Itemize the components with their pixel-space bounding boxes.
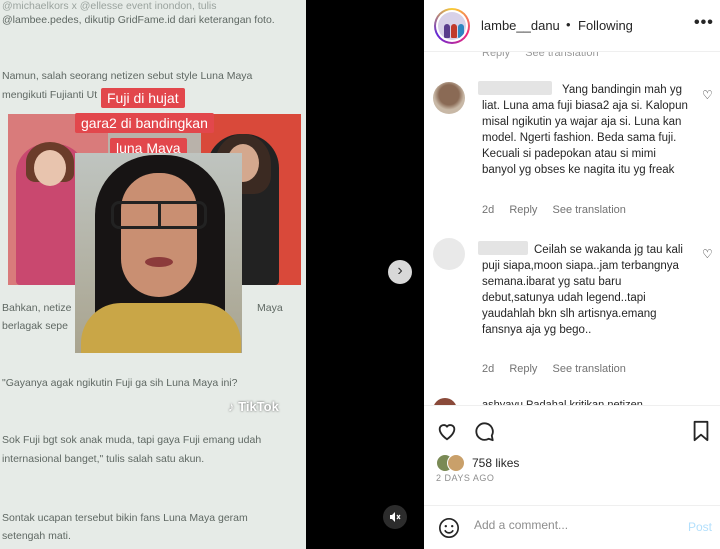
like-comment-heart-icon[interactable]: ♡ [702, 88, 713, 102]
article-line: mengikuti Fujianti Ut [2, 89, 98, 101]
post-media[interactable]: @michaelkors x @ellesse event inondon, t… [0, 0, 424, 549]
author-username[interactable]: lambe__danu [481, 18, 560, 33]
commenter-avatar[interactable] [433, 82, 465, 114]
post-actions: 758 likes 2 DAYS AGO Post [424, 405, 720, 549]
tiktok-note-icon: ♪ [228, 399, 235, 414]
article-line: Namun, salah seorang netizen sebut style… [2, 70, 253, 82]
article-line: Sontak ucapan tersebut bikin fans Luna M… [2, 512, 248, 524]
article-line: Maya [257, 302, 283, 314]
commenter-avatar[interactable] [433, 238, 465, 270]
next-media-button[interactable]: › [388, 260, 412, 284]
webcam-overlay [75, 153, 242, 353]
author-avatar[interactable] [434, 8, 470, 44]
following-button[interactable]: Following [578, 18, 633, 33]
article-line: "Gayanya agak ngikutin Fuji ga sih Luna … [2, 377, 238, 389]
separator-dot: • [566, 17, 571, 32]
comment-bubble-icon[interactable] [473, 420, 495, 442]
article-line: Sok Fuji bgt sok anak muda, tapi gaya Fu… [2, 434, 262, 446]
caption-line: Fuji di hujat [101, 88, 185, 108]
comment-meta: 2d Reply See translation [482, 363, 638, 375]
liker-avatar [447, 454, 465, 472]
add-comment-bar: Post [424, 505, 720, 549]
like-comment-heart-icon[interactable]: ♡ [702, 247, 713, 261]
heart-icon[interactable] [436, 420, 458, 442]
post-date: 2 DAYS AGO [436, 473, 495, 483]
post-comment-button[interactable]: Post [688, 520, 712, 534]
see-translation-button[interactable]: See translation [553, 363, 626, 375]
article-line: berlagak sepe [2, 320, 68, 332]
bookmark-icon[interactable] [690, 420, 712, 442]
chevron-right-icon: › [397, 262, 403, 279]
comment-meta: 2d Reply See translation [482, 204, 638, 216]
comment-text: Ceilah se wakanda jg tau kali puji siapa… [482, 244, 683, 336]
caption-line: gara2 di bandingkan [75, 113, 214, 133]
post-side-panel: lambe__danu • Following ••• Reply See tr… [424, 0, 720, 549]
speaker-muted-icon [390, 512, 401, 522]
reply-button[interactable]: Reply [509, 204, 537, 216]
comment-text: Yang bandingin mah yg liat. Luna ama fuj… [482, 84, 688, 176]
more-options-button[interactable]: ••• [694, 14, 714, 32]
see-translation-button[interactable]: See translation [553, 204, 626, 216]
video-player[interactable]: @michaelkors x @ellesse event inondon, t… [0, 0, 306, 549]
mute-button[interactable] [383, 505, 407, 529]
tiktok-watermark: ♪ TikTok [228, 399, 279, 414]
emoji-icon[interactable] [438, 517, 460, 539]
post-header: lambe__danu • Following ••• [424, 0, 720, 52]
article-line: internasional banget," tulis salah satu … [2, 453, 205, 465]
likes-count[interactable]: 758 likes [472, 456, 519, 470]
article-line: setengah mati. [2, 530, 71, 542]
article-line: @lambee.pedes, dikutip GridFame.id dari … [2, 14, 275, 26]
comment-input[interactable] [474, 518, 674, 532]
comment-age: 2d [482, 363, 495, 375]
reply-button[interactable]: Reply [509, 363, 537, 375]
comment-age: 2d [482, 204, 495, 216]
article-line: Bahkan, netize [2, 302, 72, 314]
